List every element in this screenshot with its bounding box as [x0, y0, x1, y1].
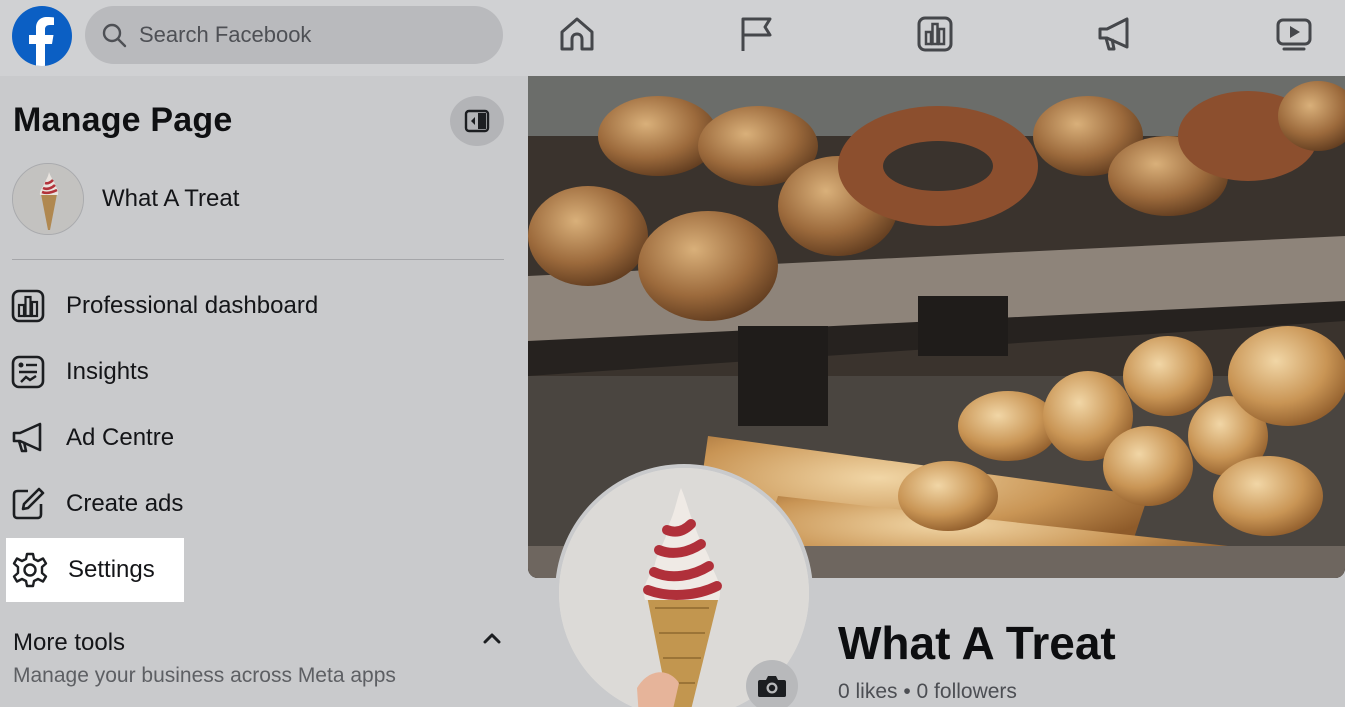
more-tools-subtitle: Manage your business across Meta apps [13, 664, 396, 687]
menu-item-professional-dashboard[interactable]: Professional dashboard [8, 278, 368, 334]
page-title: What A Treat [838, 617, 1116, 669]
megaphone-icon [8, 418, 48, 458]
page-switcher[interactable]: What A Treat [12, 163, 239, 235]
dashboard-icon [8, 286, 48, 326]
more-tools-title[interactable]: More tools [13, 629, 125, 657]
top-navigation-bar [0, 0, 1345, 76]
menu-item-label: Professional dashboard [66, 292, 319, 319]
page-name: What A Treat [102, 185, 240, 212]
megaphone-icon[interactable] [1095, 14, 1135, 54]
video-icon[interactable] [1274, 14, 1314, 54]
search-bar[interactable] [85, 6, 503, 64]
collapse-sidebar-button[interactable] [450, 96, 504, 146]
search-input[interactable] [139, 22, 459, 48]
manage-page-sidebar: Manage Page What A Treat Professional da… [0, 76, 528, 707]
menu-item-label: Create ads [66, 490, 184, 517]
likes-followers-count: 0 likes • 0 followers [838, 680, 1017, 703]
camera-button[interactable] [746, 660, 798, 707]
sidebar-toggle-icon [464, 109, 490, 133]
menu-item-label: Insights [66, 358, 149, 385]
menu-item-insights[interactable]: Insights [8, 344, 368, 400]
menu-item-settings[interactable]: Settings [6, 538, 184, 602]
menu-item-ad-centre[interactable]: Ad Centre [8, 410, 368, 466]
edit-icon [8, 484, 48, 524]
insights-icon [8, 352, 48, 392]
search-icon [102, 23, 127, 48]
divider [12, 259, 504, 260]
camera-icon [758, 676, 786, 697]
menu-item-create-ads[interactable]: Create ads [8, 476, 368, 532]
menu-item-label: Ad Centre [66, 424, 175, 451]
facebook-logo[interactable] [12, 6, 72, 66]
gear-icon [10, 550, 50, 590]
dashboard-icon[interactable] [915, 14, 955, 54]
page-avatar [12, 163, 84, 235]
home-icon[interactable] [557, 14, 597, 54]
page-preview: What A Treat 0 likes • 0 followers [528, 76, 1345, 707]
flag-icon[interactable] [737, 14, 777, 54]
menu-item-label: Settings [68, 556, 155, 583]
sidebar-title: Manage Page [13, 101, 233, 139]
chevron-up-icon[interactable] [480, 626, 504, 650]
